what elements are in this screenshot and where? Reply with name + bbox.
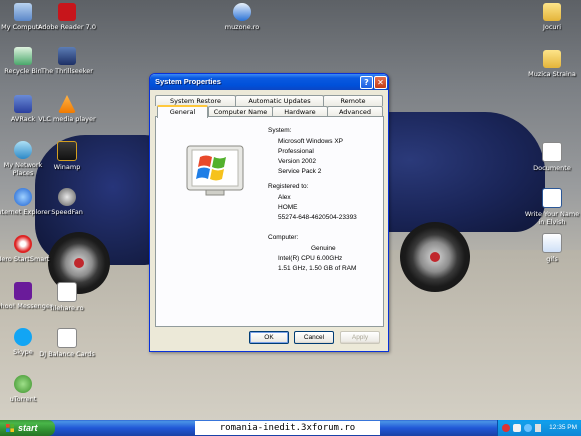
file-shortcut-icon (57, 282, 77, 302)
watermark-banner: romania-inedit.3xforum.ro (195, 421, 380, 435)
product-id: 55274-648-4620504-23393 (278, 214, 357, 221)
apply-button[interactable]: Apply (340, 331, 380, 344)
skype-icon (14, 328, 32, 346)
title-bar[interactable]: System Properties ? ✕ (150, 74, 388, 90)
desktop-icon-vlc[interactable]: VLC media player (37, 95, 97, 123)
window-title: System Properties (155, 77, 221, 86)
desktop-icon-adobe-reader[interactable]: Adobe Reader 7.0 (37, 3, 97, 31)
adobe-reader-icon (58, 3, 76, 21)
cpu-name: Intel(R) CPU 6.00GHz (278, 255, 343, 262)
os-edition: Professional (278, 148, 314, 155)
utorrent-icon (14, 375, 32, 393)
tray-volume-icon[interactable] (535, 424, 541, 432)
clock[interactable]: 12:35 PM (549, 424, 577, 431)
tab-automatic-updates[interactable]: Automatic Updates (235, 95, 324, 106)
folder-icon (543, 50, 561, 68)
yahoo-messenger-icon (14, 282, 32, 300)
winamp-icon (57, 141, 77, 161)
nero-icon (14, 235, 32, 253)
image-file-icon (542, 233, 562, 253)
desktop-icon-dj-balance[interactable]: DJ Balance Cards (37, 328, 97, 358)
start-label: start (18, 423, 38, 433)
tray-network-icon[interactable] (513, 424, 521, 432)
avrack-icon (14, 95, 32, 113)
registered-name: Alex (278, 194, 291, 201)
app-icon (58, 47, 76, 65)
desktop-icon-thrillseeker[interactable]: The Thrillseeker (37, 47, 97, 75)
desktop-icon-utorrent[interactable]: uTorrent (0, 375, 53, 403)
desktop-icon-muzica-straina[interactable]: Muzica Straina (522, 50, 581, 78)
tray-antivirus-icon[interactable] (502, 424, 510, 432)
os-version: Version 2002 (278, 158, 316, 165)
my-computer-icon (14, 3, 32, 21)
desktop-icon-elvish-doc[interactable]: Write Your Name in Elvish (522, 188, 581, 226)
tab-general[interactable]: General (157, 105, 208, 118)
system-heading: System: (268, 127, 292, 134)
computer-heading: Computer: (268, 234, 299, 241)
desktop-icon-gifs[interactable]: gifs (522, 233, 581, 263)
speedfan-icon (58, 188, 76, 206)
desktop-icon-nero[interactable]: Nero StartSmart (0, 235, 53, 263)
word-document-icon (542, 188, 562, 208)
registered-org: HOME (278, 204, 298, 211)
close-button[interactable]: ✕ (374, 76, 387, 89)
desktop-icon-documente[interactable]: Documente (522, 142, 581, 172)
vlc-icon (58, 95, 76, 113)
start-button[interactable]: start (0, 420, 55, 436)
ie-shortcut-icon (233, 3, 251, 21)
desktop-icon-muzone[interactable]: muzone.ro (212, 3, 272, 31)
desktop-icon-speedfan[interactable]: SpeedFan (37, 188, 97, 216)
desktop-icon-jocuri[interactable]: Jocuri (522, 3, 581, 31)
tray-messenger-icon[interactable] (524, 424, 532, 432)
service-pack: Service Pack 2 (278, 168, 322, 175)
desktop-icon-filehare[interactable]: filehare.ro (37, 282, 97, 312)
tab-remote[interactable]: Remote (323, 95, 383, 106)
system-tray: 12:35 PM (497, 420, 581, 436)
network-places-icon (14, 141, 32, 159)
wallpaper-rear-wheel (400, 222, 470, 292)
os-name: Microsoft Windows XP (278, 138, 344, 145)
recycle-bin-icon (14, 47, 32, 65)
cpu-vendor: Genuine (311, 245, 336, 252)
general-tab-panel: System: Microsoft Windows XP Professiona… (155, 116, 384, 327)
windows-flag-icon (6, 424, 14, 432)
registered-heading: Registered to: (268, 183, 309, 190)
windows-logo-monitor-icon (186, 145, 244, 196)
ok-button[interactable]: OK (249, 331, 289, 344)
cpu-speed-ram: 1.51 GHz, 1.50 GB of RAM (278, 265, 357, 272)
desktop-icon-winamp[interactable]: Winamp (37, 141, 97, 171)
internet-explorer-icon (14, 188, 32, 206)
cancel-button[interactable]: Cancel (294, 331, 334, 344)
folder-icon (543, 3, 561, 21)
help-button[interactable]: ? (360, 76, 373, 89)
document-icon (57, 328, 77, 348)
system-properties-window: System Properties ? ✕ System Restore Aut… (149, 73, 389, 352)
document-icon (542, 142, 562, 162)
